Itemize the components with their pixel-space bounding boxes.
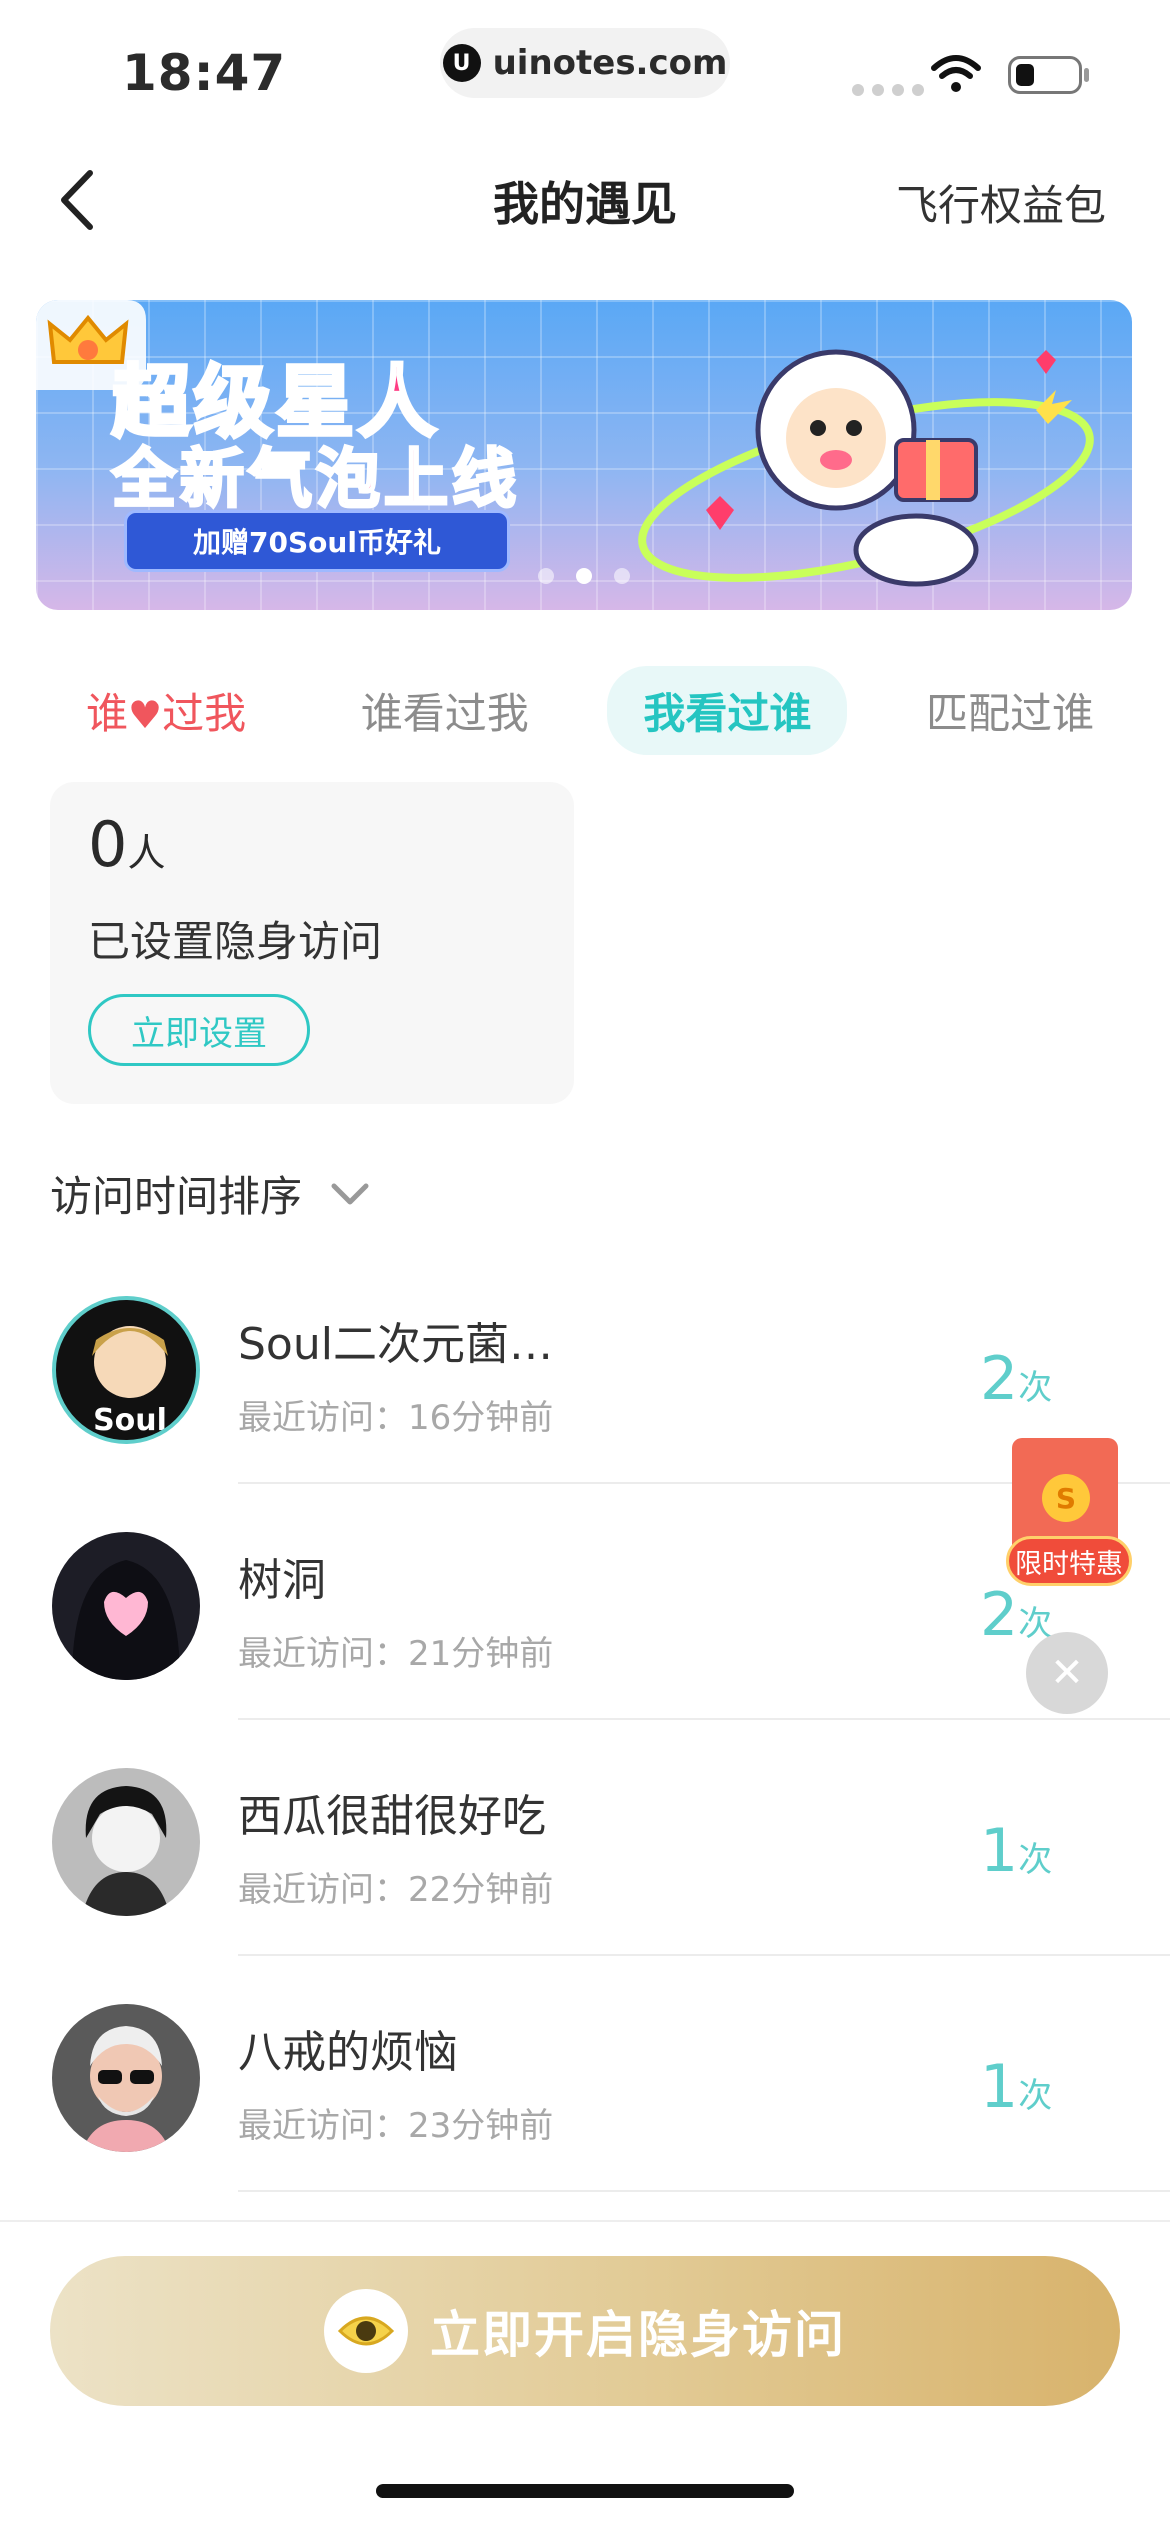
close-promo-button[interactable]: ✕ [1026,1632,1108,1714]
row-divider [238,2190,1170,2192]
visit-count: 1次 [980,1816,1052,1886]
list-item[interactable]: 八戒的烦恼 最近访问：23分钟前 1次 [0,2004,1170,2240]
battery-tip [1084,68,1089,82]
visitor-last-visit: 最近访问：21分钟前 [238,1634,554,1674]
list-item[interactable]: 树洞 最近访问：21分钟前 2次 [0,1532,1170,1768]
stealth-count: 0人 [88,808,165,881]
list-item[interactable]: 西瓜很甜很好吃 最近访问：22分钟前 1次 [0,1768,1170,2004]
visitor-name: 西瓜很甜很好吃 [238,1791,546,1842]
visitor-last-visit: 最近访问：22分钟前 [238,1870,554,1910]
visit-count-value: 1 [980,1816,1019,1886]
chevron-down-icon [331,1183,369,1204]
set-now-button[interactable]: 立即设置 [88,994,310,1066]
visit-count-value: 1 [980,2052,1019,2122]
cta-label: 立即开启隐身访问 [430,2306,846,2364]
visit-count-value: 2 [980,1580,1019,1650]
visit-tabs: 谁♥过我 谁看过我 我看过谁 匹配过谁 [50,665,1130,755]
limited-offer-badge[interactable]: S 限时特惠 [1006,1438,1132,1588]
banner-tag: 加赠70Soul币好礼 [124,510,510,572]
battery-icon [1008,56,1082,94]
stealth-desc: 已设置隐身访问 [88,917,383,966]
banner-dot-active[interactable] [576,568,592,584]
heart-icon: ♥ [128,692,163,737]
banner-dot[interactable] [614,568,630,584]
tab-label-prefix: 谁 [86,688,129,738]
visitor-name: Soul二次元菌… [238,1319,553,1370]
promo-banner[interactable]: 超级星人 全新气泡上线 加赠70Soul币好礼 [36,300,1132,610]
avatar[interactable] [52,1532,200,1680]
tab-matched[interactable]: 匹配过谁 [890,666,1130,755]
tab-i-viewed[interactable]: 我看过谁 [607,665,848,755]
cellular-signal-icon [852,84,924,96]
avatar[interactable] [52,2004,200,2152]
coin-icon: S [1042,1474,1090,1522]
limited-offer-label: 限时特惠 [1006,1536,1132,1586]
banner-pagination [36,568,1132,584]
avatar[interactable] [52,1768,200,1916]
url-pill[interactable]: U uinotes.com [440,28,730,98]
visitor-last-visit: 最近访问：16分钟前 [238,1398,554,1438]
list-item[interactable]: Soul Soul二次元菌… 最近访问：16分钟前 2次 [0,1296,1170,1532]
home-indicator[interactable] [376,2484,794,2498]
row-divider [238,1954,1170,1956]
astronaut-mascot-icon [638,349,1094,587]
flight-benefits-link[interactable]: 飞行权益包 [896,172,1106,233]
row-divider [238,1718,1170,1720]
avatar[interactable]: Soul [52,1296,200,1444]
sort-label: 访问时间排序 [50,1172,303,1221]
svg-text:Soul: Soul [93,1403,167,1438]
status-time: 18:47 [122,44,287,102]
sort-dropdown[interactable]: 访问时间排序 [50,1163,370,1224]
close-icon: ✕ [1050,1650,1084,1696]
tab-who-liked-me[interactable]: 谁♥过我 [50,666,282,755]
visit-count-unit: 次 [1018,2076,1053,2116]
visitor-name: 八戒的烦恼 [238,2027,458,2078]
visit-count-unit: 次 [1018,1840,1053,1880]
visitor-name: 树洞 [238,1555,326,1606]
visit-count-value: 2 [980,1344,1019,1414]
count-value: 0 [88,808,128,881]
visit-count: 1次 [980,2052,1052,2122]
site-logo-icon: U [442,44,481,82]
visit-count-unit: 次 [1018,1368,1053,1408]
eye-icon [324,2289,408,2373]
visit-count: 2次 [980,1344,1052,1414]
tab-who-viewed-me[interactable]: 谁看过我 [325,666,565,755]
banner-subtitle: 全新气泡上线 [111,442,520,519]
tab-label-suffix: 过我 [162,688,247,738]
visitor-last-visit: 最近访问：23分钟前 [238,2106,554,2146]
banner-dot[interactable] [538,568,554,584]
count-unit: 人 [127,831,166,875]
enable-stealth-visit-button[interactable]: 立即开启隐身访问 [50,2256,1120,2406]
wifi-icon [931,55,981,92]
bottom-divider [0,2220,1170,2222]
url-text: uinotes.com [492,43,728,83]
